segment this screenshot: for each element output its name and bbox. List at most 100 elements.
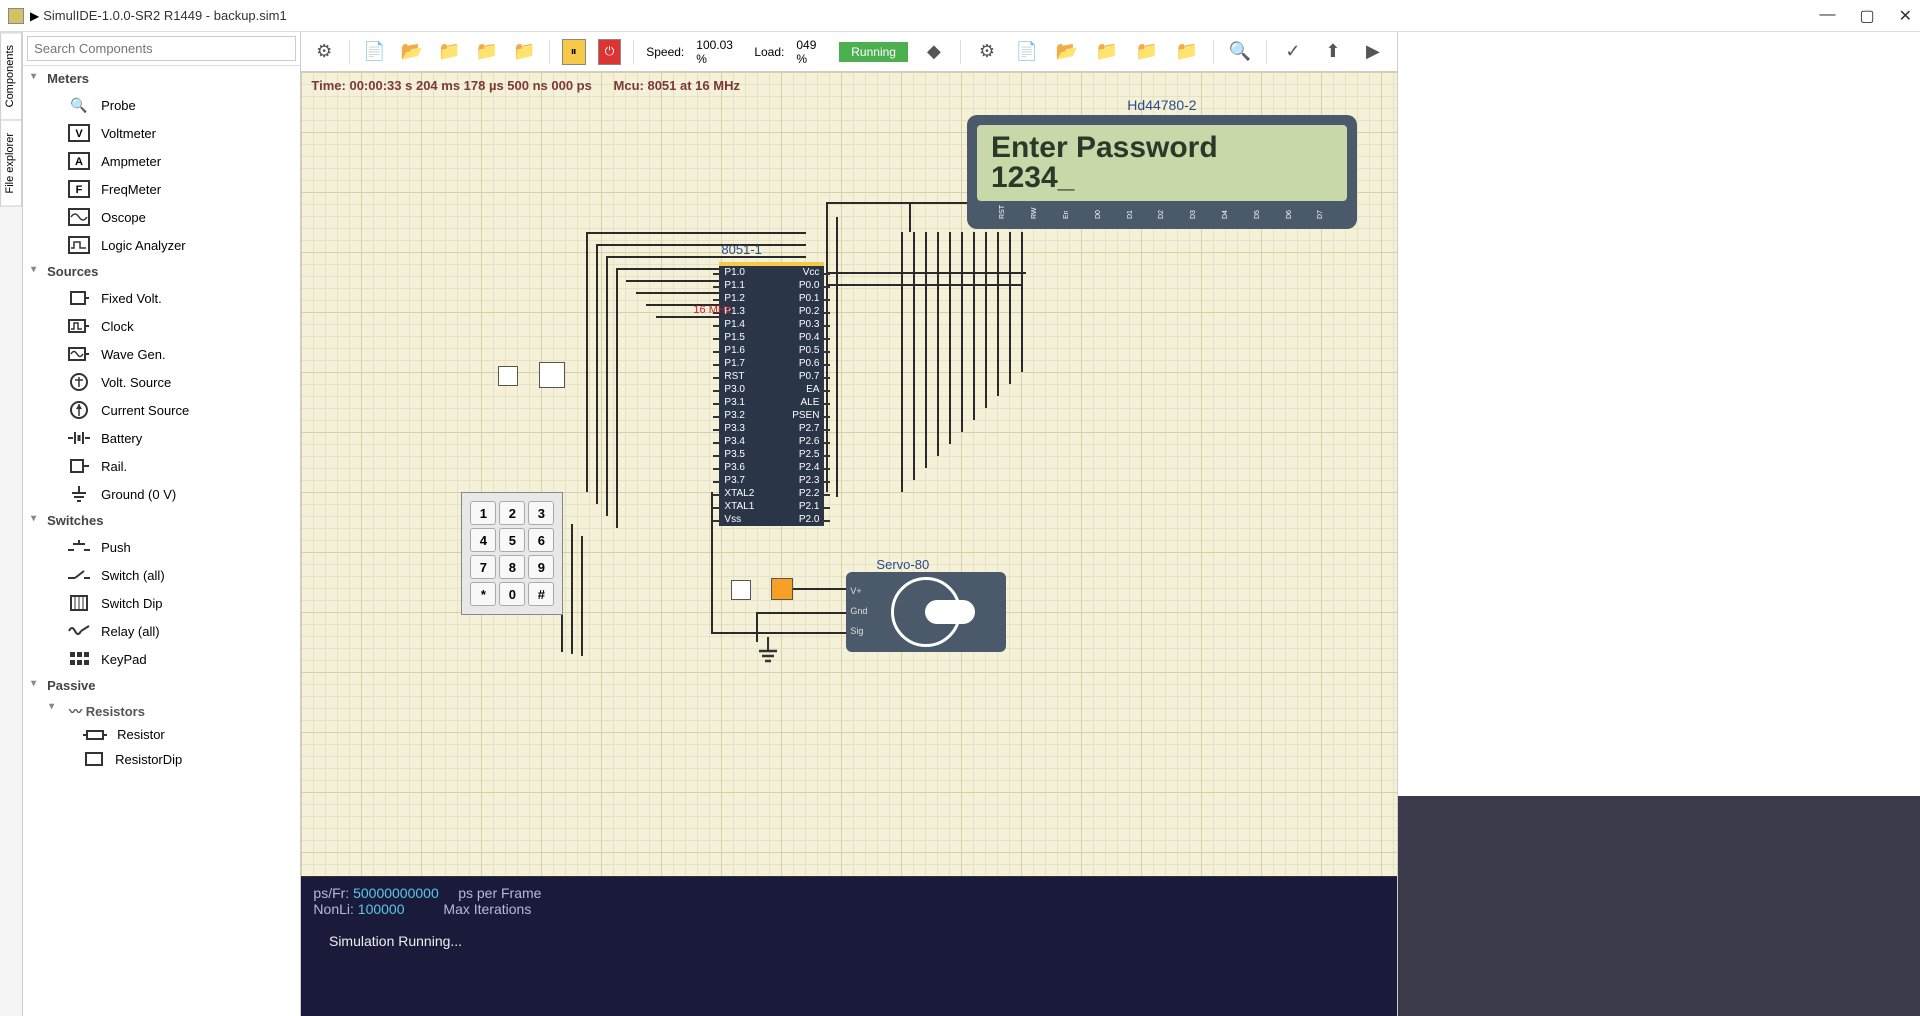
component-tree[interactable]: Meters 🔍Probe VVoltmeter AAmpmeter FFreq… (23, 66, 300, 1016)
item-wave-gen[interactable]: Wave Gen. (23, 340, 300, 368)
category-switches[interactable]: Switches (23, 508, 300, 533)
clock-component[interactable] (771, 578, 793, 600)
item-push[interactable]: Push (23, 533, 300, 561)
upload-button[interactable]: ⬆ (1319, 38, 1347, 66)
new-button[interactable]: 📄 (362, 38, 387, 66)
keypad-key-1[interactable]: 1 (470, 501, 496, 525)
mcu-component[interactable]: P1.0VccP1.1P0.0P1.2P0.1P1.3P0.2P1.4P0.3P… (719, 262, 824, 526)
pause-button[interactable]: ⏸ (562, 39, 586, 65)
search-input[interactable] (27, 36, 296, 61)
save-button[interactable]: 📁 (437, 38, 462, 66)
console[interactable]: ps/Fr: 50000000000 ps per Frame NonLi: 1… (301, 876, 1397, 1016)
subcategory-resistors[interactable]: 〰 Resistors (23, 698, 300, 723)
fixed-volt-1[interactable] (498, 366, 518, 386)
speed-label: Speed: (646, 45, 684, 59)
item-volt-source[interactable]: Volt. Source (23, 368, 300, 396)
editor-open-button[interactable]: 📂 (1053, 38, 1081, 66)
editor-save-button[interactable]: 📁 (1093, 38, 1121, 66)
keypad-key-4[interactable]: 4 (470, 528, 496, 552)
servo-pin: Gnd (850, 602, 867, 622)
lcd-component[interactable]: Hd44780-2 Enter Password 1234_ RSTRWEnD0… (967, 97, 1357, 229)
editor-new-button[interactable]: 📄 (1013, 38, 1041, 66)
keypad-component[interactable]: 123 456 789 *0# (461, 492, 563, 615)
editor-settings-button[interactable]: ⚙ (973, 38, 1001, 66)
keypad-key-2[interactable]: 2 (499, 501, 525, 525)
wave-gen-icon (67, 344, 91, 364)
savecopy-button[interactable]: 📁 (511, 38, 536, 66)
load-value: 049 % (796, 38, 827, 66)
item-fixed-volt[interactable]: Fixed Volt. (23, 284, 300, 312)
editor-saveas-button[interactable]: 📁 (1133, 38, 1161, 66)
keypad-key-9[interactable]: 9 (528, 555, 554, 579)
item-oscope[interactable]: Oscope (23, 203, 300, 231)
item-switch-dip[interactable]: Switch Dip (23, 589, 300, 617)
ground-component[interactable] (756, 637, 780, 665)
circuit-canvas[interactable]: Time: 00:00:33 s 204 ms 178 µs 500 ns 00… (301, 72, 1397, 876)
svg-text:A: A (75, 156, 83, 168)
power-button[interactable]: ⏻ (598, 39, 622, 65)
battery-icon (67, 428, 91, 448)
minimize-button[interactable]: — (1819, 6, 1835, 26)
mcu-pin-row: P1.5P0.4 (719, 331, 824, 344)
item-logic-analyzer[interactable]: Logic Analyzer (23, 231, 300, 259)
item-ground[interactable]: Ground (0 V) (23, 480, 300, 508)
lcd-line1: Enter Password (991, 133, 1333, 163)
tab-components[interactable]: Components (0, 32, 22, 120)
resistor-icon (83, 729, 107, 741)
item-rail[interactable]: Rail. (23, 452, 300, 480)
item-voltmeter[interactable]: VVoltmeter (23, 119, 300, 147)
resistor-dip-icon (83, 750, 105, 768)
keypad-key-8[interactable]: 8 (499, 555, 525, 579)
editor-close-button[interactable]: 📁 (1173, 38, 1201, 66)
keypad-key-*[interactable]: * (470, 582, 496, 606)
keypad-key-6[interactable]: 6 (528, 528, 554, 552)
tab-file-explorer[interactable]: File explorer (0, 120, 22, 207)
item-clock[interactable]: Clock (23, 312, 300, 340)
maximize-button[interactable]: ▢ (1859, 6, 1874, 26)
mcu-pin-row: P1.3P0.2 (719, 305, 824, 318)
keypad-key-#[interactable]: # (528, 582, 554, 606)
mcu-pin-row: P1.2P0.1 (719, 292, 824, 305)
lcd-pin: D6 (1286, 205, 1293, 219)
find-button[interactable]: 🔍 (1226, 38, 1254, 66)
servo-component[interactable]: V+GndSig (846, 572, 1006, 652)
item-current-source[interactable]: Current Source (23, 396, 300, 424)
open-button[interactable]: 📂 (399, 38, 424, 66)
lcd-pin: RST (999, 205, 1006, 219)
item-freqmeter[interactable]: FFreqMeter (23, 175, 300, 203)
mcu-pin-row: P3.0EA (719, 383, 824, 396)
settings-button[interactable]: ⚙ (311, 38, 336, 66)
category-passive[interactable]: Passive (23, 673, 300, 698)
item-probe[interactable]: 🔍Probe (23, 91, 300, 119)
clock-icon (67, 316, 91, 336)
mcu-pin-row: P1.6P0.5 (719, 344, 824, 357)
item-ampmeter[interactable]: AAmpmeter (23, 147, 300, 175)
fixed-volt-3[interactable] (731, 580, 751, 600)
editor-area[interactable] (1398, 32, 1920, 796)
load-label: Load: (754, 45, 784, 59)
item-battery[interactable]: Battery (23, 424, 300, 452)
category-sources[interactable]: Sources (23, 259, 300, 284)
ground-icon (67, 484, 91, 504)
logic-analyzer-icon (67, 235, 91, 255)
item-relay-all[interactable]: Relay (all) (23, 617, 300, 645)
item-switch-all[interactable]: Switch (all) (23, 561, 300, 589)
item-keypad[interactable]: KeyPad (23, 645, 300, 673)
editor-console[interactable] (1398, 796, 1920, 1016)
lcd-pin: D3 (1190, 205, 1197, 219)
category-meters[interactable]: Meters (23, 66, 300, 91)
close-button[interactable]: ✕ (1899, 6, 1912, 26)
keypad-key-5[interactable]: 5 (499, 528, 525, 552)
keypad-key-3[interactable]: 3 (528, 501, 554, 525)
titlebar: ▶ SimulIDE-1.0.0-SR2 R1449 - backup.sim1… (0, 0, 1920, 32)
item-resistor[interactable]: Resistor (23, 723, 300, 746)
saveas-button[interactable]: 📁 (474, 38, 499, 66)
keypad-key-7[interactable]: 7 (470, 555, 496, 579)
keypad-key-0[interactable]: 0 (499, 582, 525, 606)
fixed-volt-2[interactable] (539, 362, 565, 388)
compile-button[interactable]: ✓ (1279, 38, 1307, 66)
info-button[interactable]: ◆ (920, 38, 948, 66)
mcu-pin-row: VssP2.0 (719, 513, 824, 526)
item-resistor-dip[interactable]: ResistorDip (23, 746, 300, 772)
debug-button[interactable]: ▶ (1359, 38, 1387, 66)
